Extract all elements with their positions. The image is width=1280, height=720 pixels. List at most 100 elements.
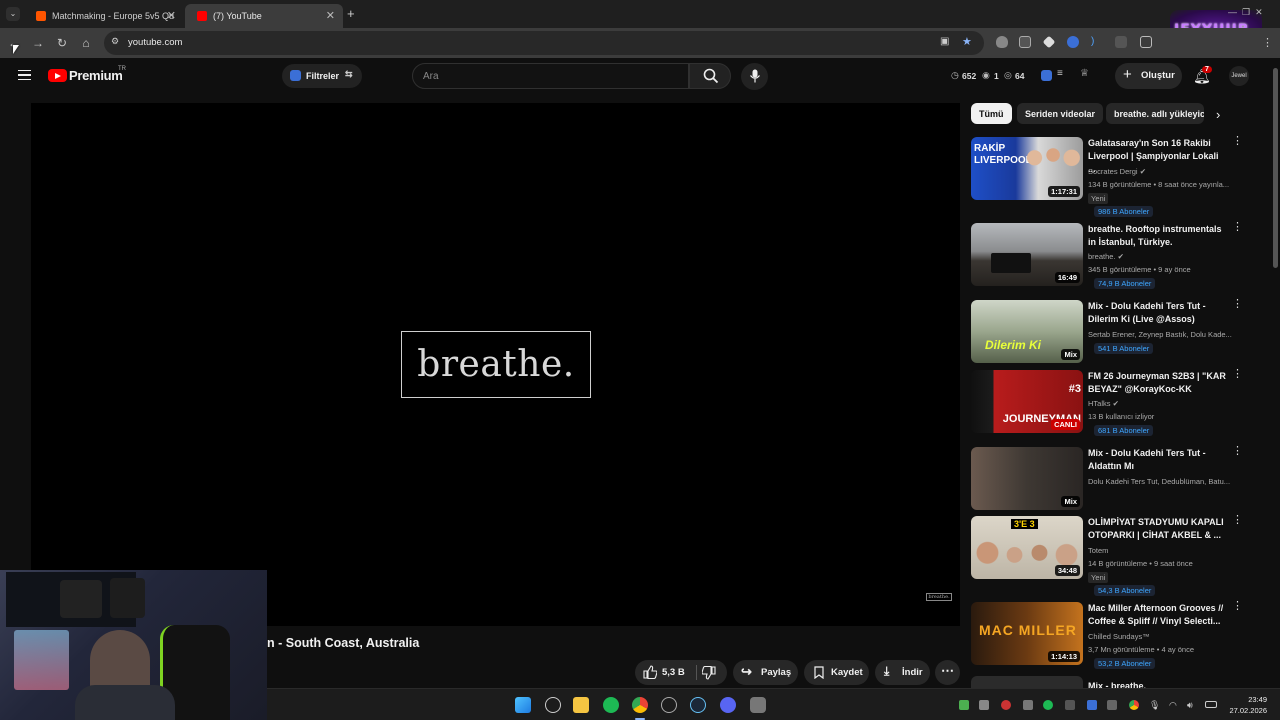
like-button[interactable]: 5,3 B [635, 660, 727, 685]
channel-name[interactable]: breathe. ✔︎ [1088, 252, 1238, 261]
wifi-icon[interactable]: ◠ [1169, 700, 1179, 710]
more-vertical-icon[interactable]: ⋮ [1232, 446, 1243, 457]
sidebar-video-2[interactable]: 16:49 breathe. Rooftop instrumentals in … [971, 222, 1261, 289]
video-thumbnail[interactable]: 16:49 [971, 223, 1083, 286]
sidebar-video-5[interactable]: Mix Mix - Dolu Kadehi Ters Tut - Aldattı… [971, 446, 1261, 510]
shield-extension-icon[interactable] [996, 36, 1008, 48]
translate-extension-icon[interactable] [1067, 36, 1079, 48]
tab-youtube[interactable]: (7) YouTube ✕ [185, 4, 343, 28]
more-vertical-icon[interactable]: ⋮ [1232, 601, 1243, 612]
spotify-icon[interactable] [603, 697, 619, 713]
sidebar-video-1[interactable]: RAKİP LIVERPOOL 1:17:31 Galatasaray'ın S… [971, 136, 1261, 217]
tray-chrome-icon[interactable] [1129, 700, 1139, 710]
sidebar-video-7[interactable]: MAC MILLER 1:14:13 Mac Miller Afternoon … [971, 601, 1261, 669]
video-title[interactable]: OLİMPİYAT STADYUMU KAPALI OTOPARKI | CİH… [1088, 516, 1228, 542]
app-icon[interactable] [661, 697, 677, 713]
menu-dots-icon[interactable]: ⋮ [1262, 36, 1274, 49]
address-bar[interactable]: ⚙ youtube.com ▣ ★ [104, 31, 984, 55]
channel-name[interactable]: Chilled Sundays™ [1088, 632, 1238, 641]
video-title[interactable]: FM 26 Journeyman S2B3 | "KAR BEYAZ" @Kor… [1088, 370, 1228, 396]
chip-series[interactable]: Seriden videolar [1017, 103, 1104, 124]
tray-icon[interactable] [979, 700, 989, 710]
twitch-extension-icon[interactable] [1115, 36, 1127, 48]
install-app-icon[interactable]: ▣ [940, 36, 949, 47]
video-thumbnail[interactable]: RAKİP LIVERPOOL 1:17:31 [971, 137, 1083, 200]
puzzle-extensions-icon[interactable] [1140, 36, 1152, 48]
share-button[interactable]: ↪ Paylaş [733, 660, 798, 685]
video-title[interactable]: Mac Miller Afternoon Grooves // Coffee &… [1088, 602, 1228, 628]
new-tab-icon[interactable]: + [347, 6, 355, 21]
create-button[interactable]: + Oluştur [1115, 63, 1182, 89]
channel-name[interactable]: Totem [1088, 546, 1238, 555]
translate-header-icon[interactable] [1041, 70, 1052, 81]
site-info-icon[interactable]: ⚙ [111, 36, 119, 47]
more-vertical-icon[interactable]: ⋮ [1232, 299, 1243, 310]
window-controls[interactable]: — ❐ ✕ [1228, 7, 1263, 18]
voice-search-button[interactable] [741, 63, 768, 90]
tray-icon[interactable] [1087, 700, 1097, 710]
tray-icon[interactable] [1023, 700, 1033, 710]
microphone-tray-icon[interactable]: 🎙︎ [1149, 700, 1160, 710]
video-thumbnail[interactable]: 3'E 3 34:48 [971, 516, 1083, 579]
more-vertical-icon[interactable]: ⋮ [1232, 222, 1243, 233]
settings-gear-icon[interactable] [750, 697, 766, 713]
page-scrollbar[interactable] [1272, 58, 1280, 688]
sidebar-video-6[interactable]: 3'E 3 34:48 OLİMPİYAT STADYUMU KAPALI OT… [971, 515, 1261, 596]
save-button[interactable]: Kaydet [804, 660, 869, 685]
widget-icon[interactable] [545, 697, 561, 713]
wave-extension-icon[interactable]: ) [1091, 36, 1103, 48]
download-button[interactable]: ⤓ İndir [875, 660, 930, 685]
more-vertical-icon[interactable]: ⋮ [1232, 515, 1243, 526]
diamond-extension-icon[interactable] [1042, 35, 1056, 49]
tray-spotify-icon[interactable] [1043, 700, 1053, 710]
video-title[interactable]: Mix - Dolu Kadehi Ters Tut - Dilerim Ki … [1088, 300, 1228, 326]
close-icon[interactable]: ✕ [167, 9, 176, 22]
chip-uploader[interactable]: breathe. adlı yükleyic [1106, 103, 1204, 124]
video-title[interactable]: Mix - Dolu Kadehi Ters Tut - Aldattın Mı [1088, 447, 1228, 473]
windows-start-icon[interactable] [515, 697, 531, 713]
file-explorer-icon[interactable] [573, 697, 589, 713]
premium-wordmark[interactable]: Premium [69, 68, 123, 83]
sidebar-video-4[interactable]: #3 JOURNEYMAN CANLI FM 26 Journeyman S2B… [971, 369, 1261, 436]
reload-icon[interactable]: ↻ [54, 35, 70, 51]
list-header-icon[interactable]: ≡ [1057, 68, 1063, 79]
tray-icon[interactable] [1065, 700, 1075, 710]
tray-icon[interactable] [1107, 700, 1117, 710]
thumbs-down-icon[interactable] [702, 666, 716, 680]
video-thumbnail[interactable] [971, 676, 1083, 688]
youtube-logo-icon[interactable] [48, 69, 67, 82]
channel-name[interactable]: HTalks ✔︎ [1088, 399, 1238, 408]
sidebar-video-3[interactable]: Dilerim Ki Mix Mix - Dolu Kadehi Ters Tu… [971, 299, 1261, 365]
video-title[interactable]: breathe. Rooftop instrumentals in İstanb… [1088, 223, 1228, 249]
chip-all[interactable]: Tümü [971, 103, 1012, 124]
home-icon[interactable]: ⌂ [78, 35, 94, 51]
system-clock[interactable]: 23:49 27.02.2026 [1225, 694, 1267, 716]
trophy-icon[interactable]: ♕ [1080, 68, 1089, 79]
sidebar-video-8[interactable]: Mix - breathe. [971, 676, 1261, 688]
avatar[interactable]: Jewel [1229, 66, 1249, 86]
tab-search-icon[interactable]: ⌄ [6, 7, 20, 21]
channel-name[interactable]: Socrates Dergi ✔︎ [1088, 167, 1238, 176]
channel-name[interactable]: Dolu Kadehi Ters Tut, Dedublüman, Batu..… [1088, 477, 1238, 486]
chevron-right-icon[interactable]: › [1216, 107, 1220, 122]
tray-icon[interactable] [1001, 700, 1011, 710]
video-thumbnail[interactable]: Mix [971, 447, 1083, 510]
video-thumbnail[interactable]: MAC MILLER 1:14:13 [971, 602, 1083, 665]
discord-icon[interactable] [720, 697, 736, 713]
video-thumbnail[interactable]: #3 JOURNEYMAN CANLI [971, 370, 1083, 433]
steam-icon[interactable] [690, 697, 706, 713]
channel-name[interactable]: Sertab Erener, Zeynep Bastık, Dolu Kade.… [1088, 330, 1238, 339]
search-input[interactable]: Ara [412, 63, 689, 89]
tab-matchmaking[interactable]: Matchmaking - Europe 5v5 Qu ✕ [24, 4, 184, 28]
filters-button[interactable]: Filtreler ⇆ [282, 64, 362, 88]
video-title[interactable]: Mix - breathe. [1088, 680, 1228, 688]
chrome-icon[interactable] [632, 697, 648, 713]
more-actions-button[interactable]: ⋯ [935, 660, 960, 685]
video-thumbnail[interactable]: Dilerim Ki Mix [971, 300, 1083, 363]
bookmark-star-icon[interactable]: ★ [962, 35, 972, 48]
forward-arrow-icon[interactable]: → [30, 35, 46, 51]
battery-icon[interactable] [1205, 701, 1217, 708]
tray-icon[interactable] [959, 700, 969, 710]
more-vertical-icon[interactable]: ⋮ [1232, 136, 1243, 147]
scrollbar-thumb[interactable] [1273, 68, 1278, 268]
